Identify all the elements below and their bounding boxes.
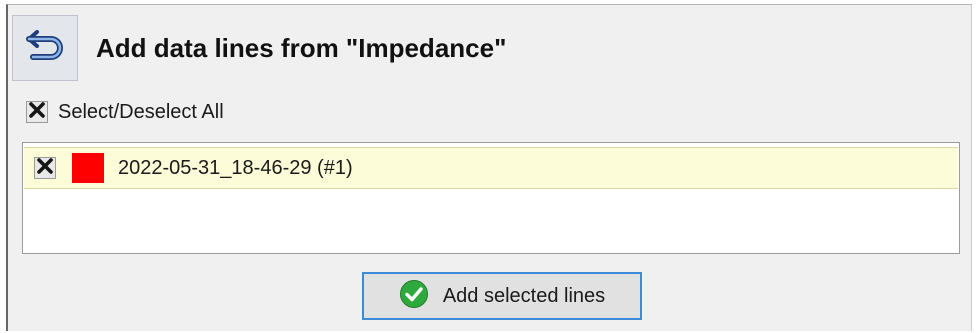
x-mark-icon [28, 101, 46, 124]
x-mark-icon [36, 157, 54, 180]
list-item[interactable]: 2022-05-31_18-46-29 (#1) [24, 147, 958, 189]
dialog-header: Add data lines from "Impedance" [12, 13, 962, 83]
add-data-lines-dialog: Add data lines from "Impedance" Select/D… [6, 4, 972, 331]
line-checkbox[interactable] [34, 157, 56, 179]
select-all-checkbox[interactable] [26, 101, 48, 123]
data-lines-list[interactable]: 2022-05-31_18-46-29 (#1) [22, 142, 960, 254]
add-button-label: Add selected lines [442, 284, 606, 307]
line-color-swatch [72, 153, 104, 183]
back-button[interactable] [12, 15, 78, 81]
check-circle-icon [399, 279, 429, 314]
select-all-toggle[interactable]: Select/Deselect All [26, 97, 224, 127]
select-all-label: Select/Deselect All [58, 100, 224, 123]
dialog-title: Add data lines from "Impedance" [96, 32, 507, 63]
line-label: 2022-05-31_18-46-29 (#1) [118, 156, 353, 179]
back-arrow-icon [23, 24, 67, 73]
add-selected-lines-button[interactable]: Add selected lines [362, 272, 642, 320]
